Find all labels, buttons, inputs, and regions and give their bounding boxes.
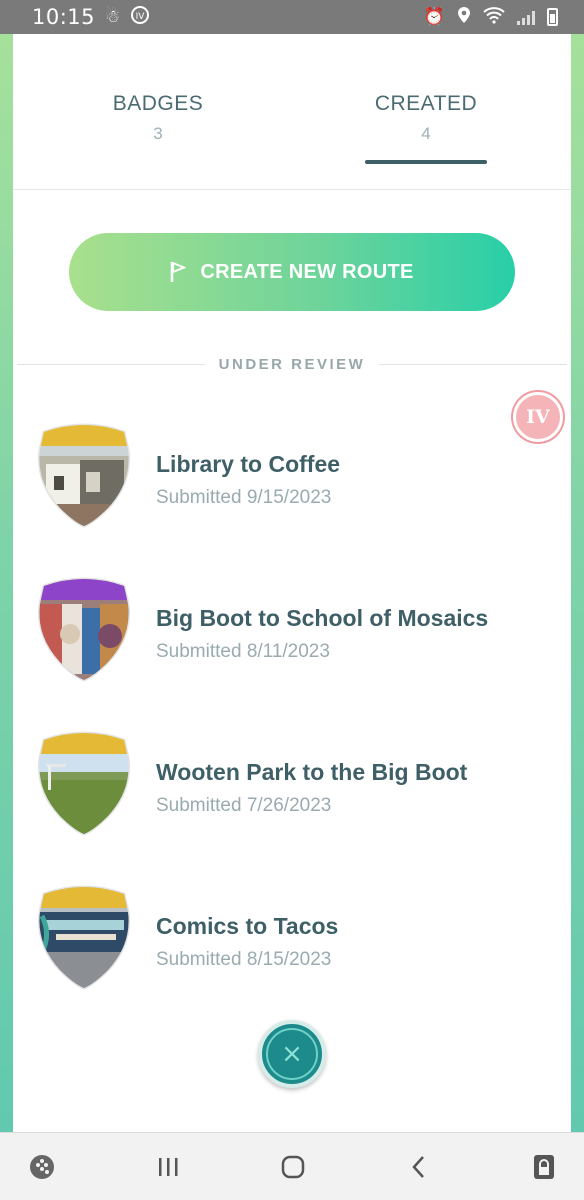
close-icon: × [266,1028,318,1080]
route-name: Big Boot to School of Mosaics [156,605,489,631]
tab-selected-indicator [365,160,487,164]
tab-bar: BADGES 3 CREATED 4 [13,34,571,190]
home-icon[interactable] [271,1145,315,1189]
iv-icon: IV [130,5,150,29]
route-submitted-date: Submitted 7/26/2023 [156,795,332,816]
route-name: Wooten Park to the Big Boot [156,759,468,785]
routes-panel: BADGES 3 CREATED 4 CREATE NEW ROUTE UNDE… [13,34,571,1132]
route-submitted-date: Submitted 8/11/2023 [156,641,330,662]
tab-label: CREATED [374,92,478,115]
route-shield-icon [37,885,131,990]
route-info: Library to Coffee Submitted 9/15/2023 [156,451,340,509]
route-info: Wooten Park to the Big Boot Submitted 7/… [156,759,467,817]
route-item[interactable]: Comics to Tacos Submitted 8/15/2023 [36,882,536,992]
tab-badges[interactable]: BADGES 3 [83,92,233,144]
route-info: Big Boot to School of Mosaics Submitted … [156,605,488,663]
alarm-icon: ⏰ [423,6,445,27]
section-header-under-review: UNDER REVIEW [17,352,567,376]
route-item[interactable]: Wooten Park to the Big Boot Submitted 7/… [36,728,536,838]
tab-label: BADGES [112,92,204,115]
back-icon[interactable] [397,1145,441,1189]
location-icon [457,6,471,28]
system-nav-bar [0,1132,584,1200]
flag-icon [170,261,187,283]
route-shield-icon [37,577,131,682]
game-launcher-icon[interactable] [20,1145,64,1189]
close-button[interactable]: × [258,1020,326,1088]
battery-icon [547,8,558,26]
route-submitted-date: Submitted 8/15/2023 [156,949,332,970]
divider-line [17,363,205,365]
svg-text:IV: IV [136,12,146,22]
route-item[interactable]: Big Boot to School of Mosaics Submitted … [36,574,536,684]
route-shield-icon [37,423,131,528]
route-shield-icon [37,731,131,836]
route-submitted-date: Submitted 9/15/2023 [156,487,332,508]
section-title: UNDER REVIEW [218,355,366,373]
route-info: Comics to Tacos Submitted 8/15/2023 [156,913,338,971]
accessibility-icon: ☃ [105,6,121,27]
status-time: 10:15 [32,5,96,29]
create-new-route-label: CREATE NEW ROUTE [200,260,414,283]
route-name: Comics to Tacos [156,913,339,939]
status-bar: 10:15 ☃ IV ⏰ [0,0,584,34]
signal-icon [517,9,535,25]
tab-count: 4 [421,124,431,143]
route-name: Library to Coffee [156,451,341,477]
recent-apps-icon[interactable] [146,1145,190,1189]
create-new-route-button[interactable]: CREATE NEW ROUTE [69,233,515,311]
divider-line [379,363,567,365]
wifi-icon [483,6,505,28]
route-item[interactable]: Library to Coffee Submitted 9/15/2023 [36,420,536,530]
lock-icon[interactable] [522,1145,566,1189]
tab-created[interactable]: CREATED 4 [351,92,501,144]
tab-count: 3 [153,124,163,143]
